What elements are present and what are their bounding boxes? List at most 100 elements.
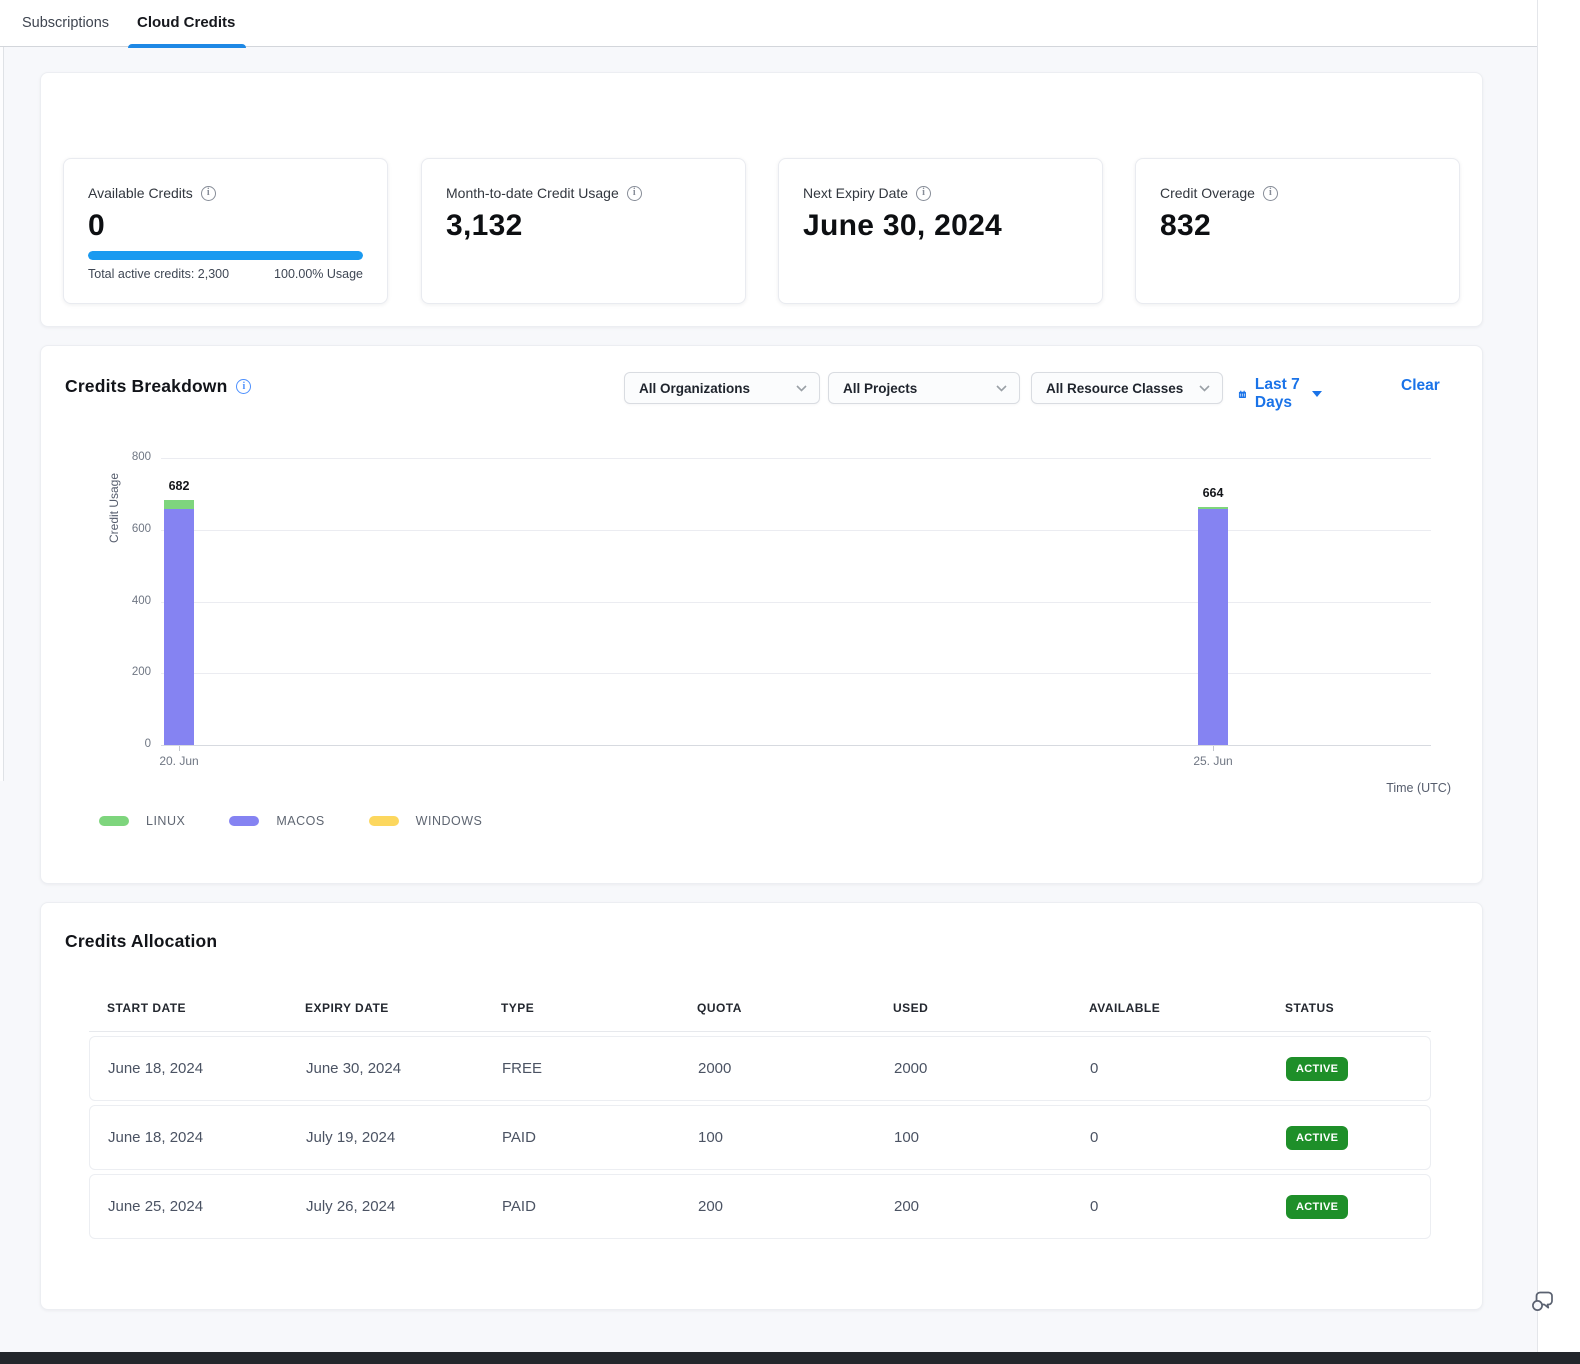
mtd-usage-label: Month-to-date Credit Usage	[446, 185, 619, 201]
organizations-filter[interactable]: All Organizations	[624, 372, 820, 404]
y-axis-tick: 0	[41, 738, 151, 750]
legend-item-macos[interactable]: MACOS	[229, 814, 324, 828]
cell-status: ACTIVE	[1268, 1057, 1430, 1081]
support-chat-button[interactable]	[1528, 1286, 1562, 1320]
date-range-label: Last 7 Days	[1255, 376, 1300, 412]
bar-total-label: 664	[1183, 486, 1243, 500]
total-active-credits: Total active credits: 2,300	[88, 267, 229, 281]
legend-item-linux[interactable]: LINUX	[99, 814, 185, 828]
mtd-usage-value: 3,132	[446, 209, 523, 243]
status-badge: ACTIVE	[1286, 1057, 1348, 1081]
calendar-icon	[1238, 386, 1247, 403]
cell-start_date: June 18, 2024	[90, 1060, 288, 1077]
bottom-edge-bar	[0, 1352, 1580, 1364]
info-icon[interactable]: i	[236, 379, 251, 394]
chevron-down-icon	[796, 385, 807, 392]
legend-swatch-macos	[229, 816, 259, 826]
column-header-start-date: START DATE	[89, 1001, 287, 1015]
gridline-400	[161, 602, 1431, 603]
credits-chart: 0200400600800Credit Usage68220. Jun66425…	[41, 441, 1484, 813]
chevron-down-icon	[1199, 385, 1210, 392]
column-header-quota: QUOTA	[679, 1001, 875, 1015]
available-credits-card: Available Credits i 0 Total active credi…	[63, 158, 388, 304]
y-axis-title: Credit Usage	[107, 463, 121, 553]
credits-allocation-panel: Credits Allocation START DATEEXPIRY DATE…	[40, 902, 1483, 1310]
cell-available: 0	[1072, 1060, 1268, 1077]
cell-status: ACTIVE	[1268, 1195, 1430, 1219]
cell-status: ACTIVE	[1268, 1126, 1430, 1150]
table-row: June 25, 2024July 26, 2024PAID2002000ACT…	[89, 1174, 1431, 1239]
table-row: June 18, 2024July 19, 2024PAID1001000ACT…	[89, 1105, 1431, 1170]
credits-allocation-title: Credits Allocation	[65, 931, 217, 952]
next-expiry-label: Next Expiry Date	[803, 185, 908, 201]
left-divider-line	[3, 47, 4, 781]
clear-filters-button[interactable]: Clear	[1401, 377, 1440, 395]
bar-20. Jun	[164, 500, 194, 745]
bar-segment-macos	[164, 509, 194, 745]
date-range-picker[interactable]: Last 7 Days	[1238, 376, 1322, 412]
active-tab-underline	[128, 44, 246, 48]
gridline-800	[161, 458, 1431, 459]
allocation-table: START DATEEXPIRY DATETYPEQUOTAUSEDAVAILA…	[89, 1001, 1431, 1239]
allocation-table-body: June 18, 2024June 30, 2024FREE200020000A…	[89, 1036, 1431, 1239]
y-axis-tick: 200	[41, 666, 151, 678]
credits-breakdown-panel: Credits Breakdown i All Organizations Al…	[40, 345, 1483, 884]
credits-breakdown-title: Credits Breakdown	[65, 376, 227, 397]
bar-segment-linux	[164, 500, 194, 509]
x-axis-label: 25. Jun	[1173, 754, 1253, 768]
credit-overage-value: 832	[1160, 209, 1211, 243]
legend-swatch-linux	[99, 816, 129, 826]
gridline-600	[161, 530, 1431, 531]
table-row: June 18, 2024June 30, 2024FREE200020000A…	[89, 1036, 1431, 1101]
y-axis-tick: 400	[41, 595, 151, 607]
cell-expiry_date: June 30, 2024	[288, 1060, 484, 1077]
info-icon[interactable]: i	[1263, 186, 1278, 201]
credits-progress-bar	[88, 251, 363, 260]
cell-used: 200	[876, 1198, 1072, 1215]
column-header-status: STATUS	[1267, 1001, 1431, 1015]
x-axis-label: 20. Jun	[139, 754, 219, 768]
tab-cloud-credits[interactable]: Cloud Credits	[137, 0, 235, 46]
x-axis-title: Time (UTC)	[1386, 781, 1451, 795]
credit-overage-card: Credit Overage i 832	[1135, 158, 1460, 304]
cell-start_date: June 25, 2024	[90, 1198, 288, 1215]
info-icon[interactable]: i	[201, 186, 216, 201]
next-expiry-card: Next Expiry Date i June 30, 2024	[778, 158, 1103, 304]
x-axis-tick	[179, 746, 180, 751]
cell-type: FREE	[484, 1060, 680, 1077]
status-badge: ACTIVE	[1286, 1126, 1348, 1150]
bar-segment-macos	[1198, 509, 1228, 745]
resource-classes-filter[interactable]: All Resource Classes	[1031, 372, 1223, 404]
column-header-used: USED	[875, 1001, 1071, 1015]
cell-quota: 2000	[680, 1060, 876, 1077]
cell-expiry_date: July 19, 2024	[288, 1129, 484, 1146]
cell-used: 2000	[876, 1060, 1072, 1077]
legend-label: WINDOWS	[416, 814, 483, 828]
legend-item-windows[interactable]: WINDOWS	[369, 814, 483, 828]
next-expiry-value: June 30, 2024	[803, 209, 1002, 243]
chevron-down-icon	[996, 385, 1007, 392]
available-credits-label: Available Credits	[88, 185, 193, 201]
y-axis-tick: 600	[41, 523, 151, 535]
chat-bubbles-icon	[1528, 1286, 1558, 1316]
column-header-expiry-date: EXPIRY DATE	[287, 1001, 483, 1015]
info-icon[interactable]: i	[627, 186, 642, 201]
tab-subscriptions[interactable]: Subscriptions	[22, 0, 109, 46]
tab-bar: Subscriptions Cloud Credits	[0, 0, 1537, 47]
legend-label: MACOS	[276, 814, 324, 828]
cell-quota: 200	[680, 1198, 876, 1215]
cell-used: 100	[876, 1129, 1072, 1146]
credit-overage-label: Credit Overage	[1160, 185, 1255, 201]
mtd-usage-card: Month-to-date Credit Usage i 3,132	[421, 158, 746, 304]
bar-25. Jun	[1198, 507, 1228, 745]
status-badge: ACTIVE	[1286, 1195, 1348, 1219]
x-axis-tick	[1213, 746, 1214, 751]
cell-type: PAID	[484, 1198, 680, 1215]
cell-start_date: June 18, 2024	[90, 1129, 288, 1146]
cell-available: 0	[1072, 1198, 1268, 1215]
credits-usage-panel: Credits & Usage Available Credits i 0 To…	[40, 72, 1483, 327]
cell-available: 0	[1072, 1129, 1268, 1146]
info-icon[interactable]: i	[916, 186, 931, 201]
projects-filter[interactable]: All Projects	[828, 372, 1020, 404]
cell-expiry_date: July 26, 2024	[288, 1198, 484, 1215]
